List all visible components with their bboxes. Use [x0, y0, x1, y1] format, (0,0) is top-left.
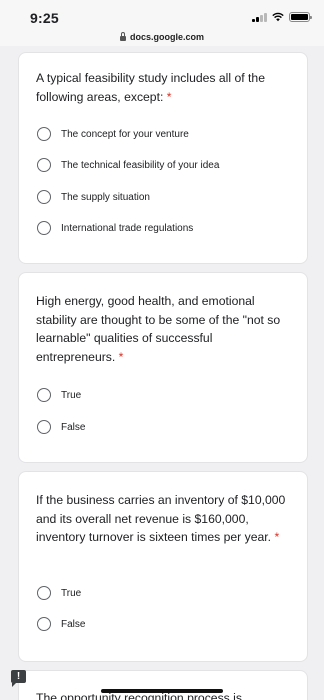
radio-option[interactable]: False — [37, 617, 85, 631]
question-card-3: If the business carries an inventory of … — [18, 471, 308, 662]
option-label: True — [61, 587, 82, 599]
radio-button[interactable] — [37, 221, 51, 235]
question-title: A typical feasibility study includes all… — [36, 71, 265, 104]
radio-option[interactable]: The concept for your venture — [37, 127, 189, 141]
option-label: The technical feasibility of your idea — [61, 159, 220, 171]
option-label: International trade regulations — [61, 222, 194, 234]
url-text: docs.google.com — [129, 32, 204, 42]
radio-button[interactable] — [37, 617, 51, 631]
required-asterisk: * — [166, 89, 172, 104]
option-label: The concept for your venture — [61, 128, 189, 140]
address-bar[interactable]: docs.google.com — [0, 28, 324, 46]
question-card-1: A typical feasibility study includes all… — [18, 52, 308, 264]
option-label: The supply situation — [61, 191, 150, 203]
radio-button[interactable] — [37, 586, 51, 600]
radio-button[interactable] — [37, 158, 51, 172]
radio-option[interactable]: The supply situation — [37, 190, 150, 204]
wifi-icon — [272, 12, 284, 22]
option-label: True — [61, 389, 82, 401]
radio-option[interactable]: True — [37, 388, 81, 402]
system-icons — [252, 12, 312, 22]
cellular-signal-icon — [252, 12, 267, 22]
radio-option[interactable]: True — [37, 586, 81, 600]
radio-button[interactable] — [37, 190, 51, 204]
status-time: 9:25 — [30, 10, 59, 26]
required-asterisk: * — [118, 349, 124, 364]
radio-option[interactable]: The technical feasibility of your idea — [37, 158, 219, 172]
radio-option[interactable]: False — [37, 420, 85, 434]
home-indicator[interactable] — [101, 689, 223, 693]
battery-icon — [289, 12, 312, 22]
required-asterisk: * — [274, 530, 280, 544]
lock-icon — [119, 32, 126, 41]
radio-option[interactable]: International trade regulations — [37, 221, 193, 235]
radio-button[interactable] — [37, 388, 51, 402]
question-title: High energy, good health, and emotional … — [36, 294, 281, 364]
report-problem-icon[interactable]: ! — [11, 670, 26, 687]
radio-button[interactable] — [37, 420, 51, 434]
question-card-4: The opportunity recognition process is — [18, 670, 308, 700]
option-label: False — [61, 618, 86, 630]
status-bar: 9:25 docs.google.com — [0, 0, 324, 46]
radio-button[interactable] — [37, 127, 51, 141]
option-label: False — [61, 421, 86, 433]
question-title: If the business carries an inventory of … — [36, 493, 286, 544]
question-card-2: High energy, good health, and emotional … — [18, 272, 308, 463]
